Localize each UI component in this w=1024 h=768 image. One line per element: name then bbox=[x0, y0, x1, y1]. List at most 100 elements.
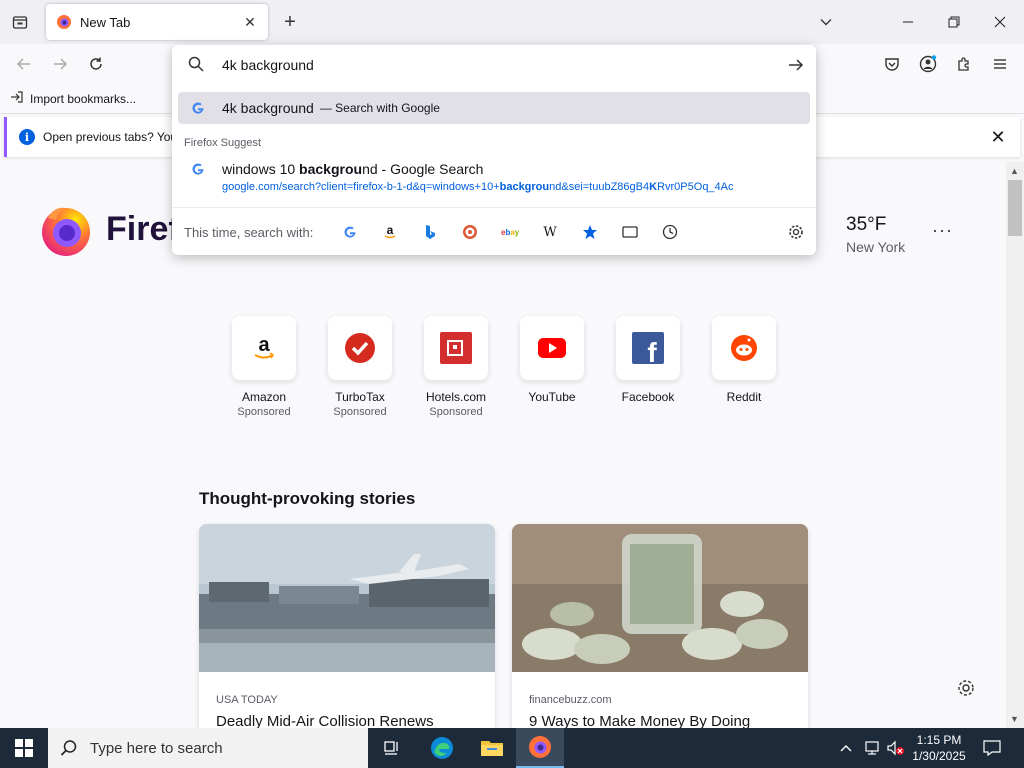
app-menu-button[interactable] bbox=[988, 52, 1012, 76]
tabs-search-button[interactable] bbox=[620, 222, 640, 242]
task-view-icon bbox=[384, 741, 398, 755]
taskbar-search-placeholder: Type here to search bbox=[90, 739, 223, 757]
urlbar-result-history[interactable]: windows 10 background - Google Search go… bbox=[178, 155, 810, 199]
engine-google-button[interactable] bbox=[340, 222, 360, 242]
task-view-button[interactable] bbox=[368, 728, 416, 768]
weather-more-button[interactable]: ··· bbox=[932, 220, 953, 241]
top-site-reddit[interactable]: Reddit bbox=[706, 316, 782, 404]
tab-title: New Tab bbox=[80, 14, 131, 30]
close-window-button[interactable] bbox=[986, 8, 1014, 36]
top-site-facebook[interactable]: f Facebook bbox=[610, 316, 686, 404]
tile-name: Hotels.com bbox=[425, 390, 487, 404]
story-headline: Deadly Mid-Air Collision Renews bbox=[216, 713, 434, 728]
account-button[interactable] bbox=[916, 52, 940, 76]
import-icon bbox=[10, 90, 24, 107]
forward-button[interactable] bbox=[48, 52, 72, 76]
engine-duckduckgo-button[interactable] bbox=[460, 222, 480, 242]
chevron-up-icon bbox=[840, 745, 852, 752]
bookmarks-search-button[interactable] bbox=[580, 222, 600, 242]
scroll-up-icon[interactable]: ▲ bbox=[1010, 166, 1019, 176]
firefox-taskbar-button[interactable] bbox=[516, 728, 564, 768]
go-arrow-icon[interactable] bbox=[786, 55, 806, 75]
top-site-hotels[interactable]: Hotels.com Sponsored bbox=[418, 316, 494, 418]
urlbar-dropdown: 4k background 4k background — Search wit… bbox=[172, 45, 816, 255]
wikipedia-icon: W bbox=[543, 225, 557, 239]
page-scrollbar[interactable]: ▲ ▼ bbox=[1006, 162, 1024, 728]
youtube-logo-icon bbox=[520, 316, 584, 380]
top-site-turbotax[interactable]: TurboTax Sponsored bbox=[322, 316, 398, 418]
svg-text:a: a bbox=[387, 224, 394, 237]
minimize-button[interactable] bbox=[894, 8, 922, 36]
list-all-tabs-button[interactable] bbox=[814, 10, 838, 34]
engine-ebay-button[interactable]: ebay bbox=[500, 222, 520, 242]
weather-city: New York bbox=[846, 239, 906, 255]
network-tray-button[interactable] bbox=[860, 728, 884, 768]
start-button[interactable] bbox=[0, 728, 48, 768]
show-hidden-icons-button[interactable] bbox=[836, 728, 856, 768]
story-source: financebuzz.com bbox=[529, 694, 612, 706]
tab-icon bbox=[622, 226, 638, 238]
urlbar-input[interactable]: 4k background bbox=[222, 57, 314, 73]
story-headline: 9 Ways to Make Money By Doing bbox=[529, 713, 751, 728]
tile-name: Amazon bbox=[241, 390, 287, 404]
history-search-button[interactable] bbox=[660, 222, 680, 242]
google-icon bbox=[344, 226, 356, 238]
firefox-wordmark: Firef bbox=[106, 210, 180, 248]
back-button[interactable] bbox=[12, 52, 36, 76]
google-icon bbox=[190, 100, 206, 116]
bing-icon bbox=[426, 225, 435, 239]
edge-taskbar-button[interactable] bbox=[418, 728, 466, 768]
story-card[interactable]: financebuzz.com 9 Ways to Make Money By … bbox=[512, 524, 808, 728]
personalize-gear-icon[interactable] bbox=[956, 678, 976, 698]
engine-amazon-button[interactable]: a bbox=[380, 222, 400, 242]
reload-button[interactable] bbox=[84, 52, 108, 76]
firefox-icon bbox=[529, 736, 551, 758]
taskbar-search-box[interactable]: Type here to search bbox=[48, 728, 368, 768]
network-icon bbox=[865, 741, 879, 755]
top-site-youtube[interactable]: YouTube bbox=[514, 316, 590, 404]
urlbar-result-search-google[interactable]: 4k background — Search with Google bbox=[178, 92, 810, 124]
facebook-logo-icon: f bbox=[616, 316, 680, 380]
firefox-view-icon bbox=[12, 16, 28, 29]
file-explorer-taskbar-button[interactable] bbox=[468, 728, 516, 768]
volume-tray-button[interactable] bbox=[884, 728, 908, 768]
restore-icon bbox=[948, 16, 960, 28]
pocket-button[interactable] bbox=[880, 52, 904, 76]
import-bookmarks-button[interactable]: Import bookmarks... bbox=[10, 90, 136, 107]
tab-close-icon[interactable]: ✕ bbox=[242, 14, 258, 30]
extensions-button[interactable] bbox=[952, 52, 976, 76]
firefox-logo-icon bbox=[42, 207, 90, 256]
duckduckgo-icon bbox=[463, 225, 477, 239]
hamburger-menu-icon bbox=[994, 59, 1006, 69]
clock-date: 1/30/2025 bbox=[912, 749, 966, 763]
account-icon bbox=[919, 55, 937, 73]
tab-new-tab[interactable]: New Tab ✕ bbox=[46, 4, 268, 40]
weather-temperature[interactable]: 35°F bbox=[846, 214, 886, 236]
new-tab-button[interactable]: + bbox=[278, 10, 302, 34]
notification-icon bbox=[983, 740, 1001, 756]
taskbar-clock[interactable]: 1:15 PM 1/30/2025 bbox=[906, 732, 972, 764]
top-site-amazon[interactable]: a Amazon Sponsored bbox=[226, 316, 302, 418]
restore-button[interactable] bbox=[940, 8, 968, 36]
search-settings-button[interactable] bbox=[786, 222, 806, 242]
story-source: USA TODAY bbox=[216, 694, 278, 706]
tile-sponsored: Sponsored bbox=[237, 406, 291, 418]
scroll-down-icon[interactable]: ▼ bbox=[1010, 714, 1019, 724]
notification-close-icon[interactable]: ✕ bbox=[988, 127, 1008, 147]
pocket-icon bbox=[885, 58, 899, 71]
engine-wikipedia-button[interactable]: W bbox=[540, 222, 560, 242]
chevron-down-icon bbox=[820, 19, 832, 26]
tile-name: YouTube bbox=[528, 390, 576, 404]
scrollbar-thumb[interactable] bbox=[1008, 180, 1022, 236]
firefox-view-button[interactable] bbox=[8, 10, 32, 34]
star-icon bbox=[583, 225, 597, 239]
puzzle-icon bbox=[958, 57, 969, 71]
back-arrow-icon bbox=[16, 58, 30, 70]
story-card[interactable]: USA TODAY Deadly Mid-Air Collision Renew… bbox=[199, 524, 495, 728]
engine-bing-button[interactable] bbox=[420, 222, 440, 242]
import-bookmarks-label: Import bookmarks... bbox=[30, 91, 137, 106]
reddit-logo-icon bbox=[712, 316, 776, 380]
notification-center-button[interactable] bbox=[978, 728, 1006, 768]
suggestion-title: windows 10 background - Google Search bbox=[222, 161, 484, 177]
one-off-search-engines: This time, search with: a ebay W bbox=[172, 207, 816, 255]
